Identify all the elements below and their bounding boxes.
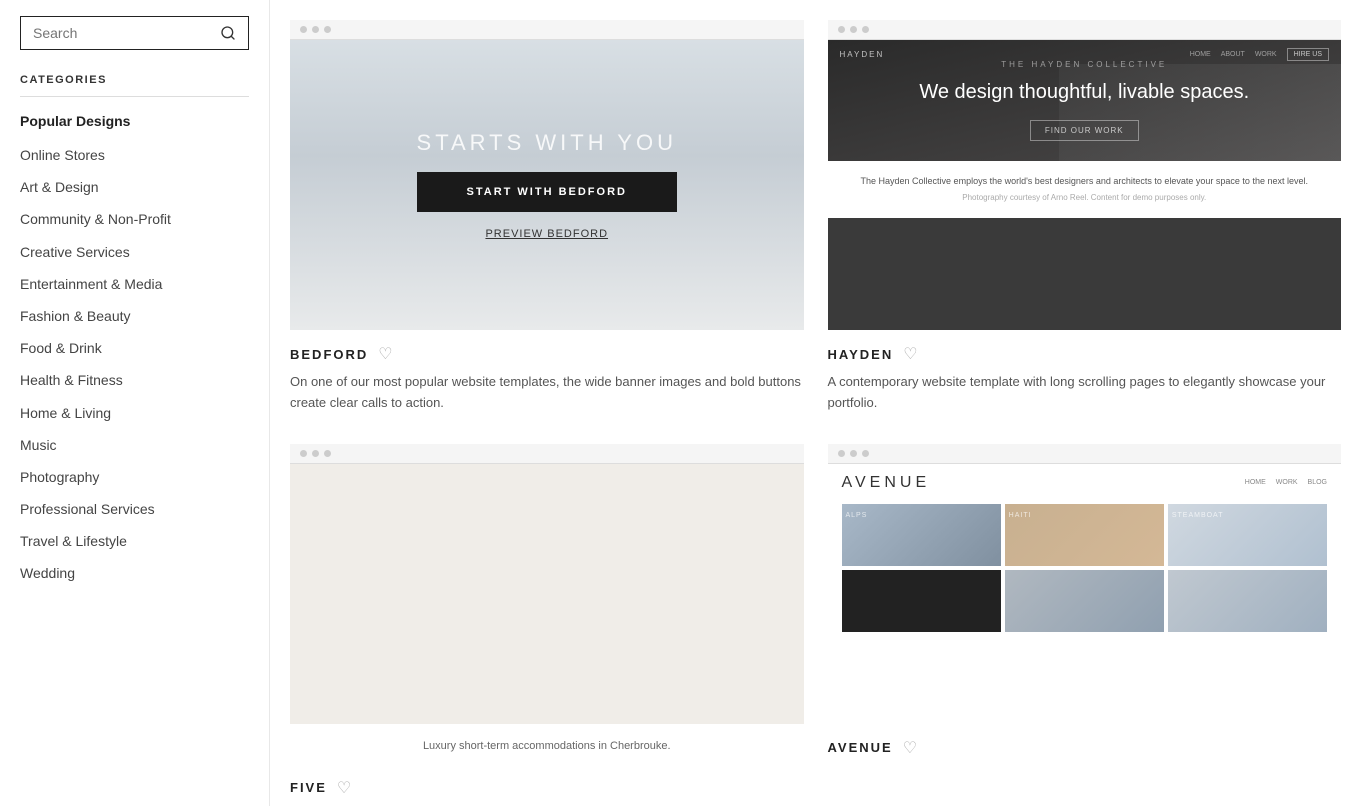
avenue-photo-grid: ALPS HAITI STEAMBOAT xyxy=(842,504,1328,632)
hayden-heart-icon[interactable]: ♡ xyxy=(903,344,917,364)
hayden-nav-about: ABOUT xyxy=(1221,51,1245,58)
hayden-browser-chrome xyxy=(828,20,1342,40)
hayden-cta-button[interactable]: FIND OUR WORK xyxy=(1030,120,1139,141)
sidebar-item-home-living[interactable]: Home & Living xyxy=(20,397,249,429)
sidebar-item-creative-services[interactable]: Creative Services xyxy=(20,236,249,268)
bedford-info: BEDFORD ♡ On one of our most popular web… xyxy=(290,330,804,420)
hayden-nav-home: HOME xyxy=(1190,51,1211,58)
five-browser-dot-3 xyxy=(324,450,331,457)
bedford-preview-link[interactable]: PREVIEW BEDFORD xyxy=(485,228,608,240)
hayden-desc-text: The Hayden Collective employs the world'… xyxy=(842,175,1328,189)
sidebar-divider xyxy=(20,96,249,97)
hayden-preview[interactable]: HAYDEN HOME ABOUT WORK HIRE US THE HAYDE… xyxy=(828,20,1342,330)
sidebar: CATEGORIES Popular Designs Online Stores… xyxy=(0,0,270,806)
search-box[interactable] xyxy=(20,16,249,50)
sidebar-item-art-design[interactable]: Art & Design xyxy=(20,171,249,203)
avenue-thumb-steamboat: STEAMBOAT xyxy=(1168,504,1327,566)
main-content: STARTS WITH YOU START WITH BEDFORD PREVI… xyxy=(270,0,1361,806)
sidebar-item-community-non-profit[interactable]: Community & Non-Profit xyxy=(20,203,249,235)
avenue-thumb-5 xyxy=(1005,570,1164,632)
avenue-content: AVENUE HOME WORK BLOG ALPS HAITI xyxy=(828,464,1342,642)
five-name: FIVE xyxy=(290,780,327,795)
sidebar-item-health-fitness[interactable]: Health & Fitness xyxy=(20,364,249,396)
five-name-row: FIVE ♡ xyxy=(290,778,804,798)
browser-dot-2 xyxy=(312,26,319,33)
avenue-preview[interactable]: AVENUE HOME WORK BLOG ALPS HAITI xyxy=(828,444,1342,724)
hayden-browser-dot-3 xyxy=(862,26,869,33)
avenue-heart-icon[interactable]: ♡ xyxy=(903,738,917,758)
template-card-avenue: AVENUE HOME WORK BLOG ALPS HAITI xyxy=(828,444,1342,806)
avenue-logo: AVENUE xyxy=(842,474,931,492)
search-input[interactable] xyxy=(33,25,220,41)
bedford-name-row: BEDFORD ♡ xyxy=(290,344,804,364)
bedford-tagline: STARTS WITH YOU xyxy=(417,130,677,156)
avenue-browser-dot-3 xyxy=(862,450,869,457)
hayden-info: HAYDEN ♡ A contemporary website template… xyxy=(828,330,1342,420)
avenue-thumb-haiti: HAITI xyxy=(1005,504,1164,566)
template-card-five: FIVE ACCOMMODATION TESTIMONIALS GALLERY … xyxy=(290,444,804,806)
avenue-browser-dot-2 xyxy=(850,450,857,457)
templates-grid: STARTS WITH YOU START WITH BEDFORD PREVI… xyxy=(290,10,1341,806)
hayden-browser-dot-2 xyxy=(850,26,857,33)
browser-dot-1 xyxy=(300,26,307,33)
hayden-description: A contemporary website template with lon… xyxy=(828,372,1342,414)
avenue-name-row: AVENUE ♡ xyxy=(828,738,1342,758)
bedford-heart-icon[interactable]: ♡ xyxy=(378,344,392,364)
avenue-label-alps: ALPS xyxy=(842,510,872,521)
sidebar-item-music[interactable]: Music xyxy=(20,429,249,461)
hayden-sub-text: Photography courtesy of Arno Reel. Conte… xyxy=(842,192,1328,204)
categories-label: CATEGORIES xyxy=(20,74,249,86)
avenue-thumb-6 xyxy=(1168,570,1327,632)
hayden-nav-work: WORK xyxy=(1255,51,1277,58)
hayden-brand: THE HAYDEN COLLECTIVE xyxy=(919,60,1249,69)
browser-dot-3 xyxy=(324,26,331,33)
hayden-headline: We design thoughtful, livable spaces. xyxy=(919,79,1249,106)
template-card-hayden: HAYDEN HOME ABOUT WORK HIRE US THE HAYDE… xyxy=(828,20,1342,420)
sidebar-popular-designs[interactable]: Popular Designs xyxy=(20,113,249,129)
five-browser-dot-1 xyxy=(300,450,307,457)
avenue-thumb-dark xyxy=(842,570,1001,632)
bedford-name: BEDFORD xyxy=(290,347,368,362)
hayden-nav-hireme: HIRE US xyxy=(1287,48,1329,61)
hayden-name: HAYDEN xyxy=(828,347,894,362)
bedford-preview[interactable]: STARTS WITH YOU START WITH BEDFORD PREVI… xyxy=(290,20,804,330)
bedford-cta-button[interactable]: START WITH BEDFORD xyxy=(417,172,677,212)
sidebar-item-professional-services[interactable]: Professional Services xyxy=(20,493,249,525)
template-card-bedford: STARTS WITH YOU START WITH BEDFORD PREVI… xyxy=(290,20,804,420)
five-browser-chrome xyxy=(290,444,804,464)
bedford-description: On one of our most popular website templ… xyxy=(290,372,804,414)
sidebar-item-food-drink[interactable]: Food & Drink xyxy=(20,332,249,364)
five-caption: Luxury short-term accommodations in Cher… xyxy=(290,732,804,760)
bedford-browser-chrome xyxy=(290,20,804,40)
search-icon[interactable] xyxy=(220,25,236,41)
sidebar-item-wedding[interactable]: Wedding xyxy=(20,557,249,589)
sidebar-item-entertainment-media[interactable]: Entertainment & Media xyxy=(20,268,249,300)
sidebar-item-travel-lifestyle[interactable]: Travel & Lifestyle xyxy=(20,525,249,557)
avenue-browser-chrome xyxy=(828,444,1342,464)
hayden-name-row: HAYDEN ♡ xyxy=(828,344,1342,364)
avenue-nav-work: WORK xyxy=(1276,479,1298,486)
avenue-browser-dot-1 xyxy=(838,450,845,457)
hayden-content: HAYDEN HOME ABOUT WORK HIRE US THE HAYDE… xyxy=(828,40,1342,161)
five-heart-icon[interactable]: ♡ xyxy=(337,778,351,798)
five-preview[interactable]: FIVE ACCOMMODATION TESTIMONIALS GALLERY … xyxy=(290,444,804,724)
avenue-label-steamboat: STEAMBOAT xyxy=(1168,510,1228,521)
avenue-nav-blog: BLOG xyxy=(1308,479,1327,486)
sidebar-item-online-stores[interactable]: Online Stores xyxy=(20,139,249,171)
avenue-name: AVENUE xyxy=(828,740,893,755)
avenue-thumb-alps: ALPS xyxy=(842,504,1001,566)
hayden-description-area: The Hayden Collective employs the world'… xyxy=(828,161,1342,218)
sidebar-item-fashion-beauty[interactable]: Fashion & Beauty xyxy=(20,300,249,332)
hayden-browser-dot-1 xyxy=(838,26,845,33)
bedford-content: STARTS WITH YOU START WITH BEDFORD PREVI… xyxy=(290,40,804,330)
five-caption-area: Luxury short-term accommodations in Cher… xyxy=(290,724,804,764)
five-info: FIVE ♡ xyxy=(290,764,804,806)
avenue-nav-home: HOME xyxy=(1245,479,1266,486)
hayden-logo-nav: HAYDEN xyxy=(840,50,885,59)
avenue-info: AVENUE ♡ xyxy=(828,724,1342,772)
five-browser-dot-2 xyxy=(312,450,319,457)
sidebar-item-photography[interactable]: Photography xyxy=(20,461,249,493)
avenue-label-haiti: HAITI xyxy=(1005,510,1036,521)
